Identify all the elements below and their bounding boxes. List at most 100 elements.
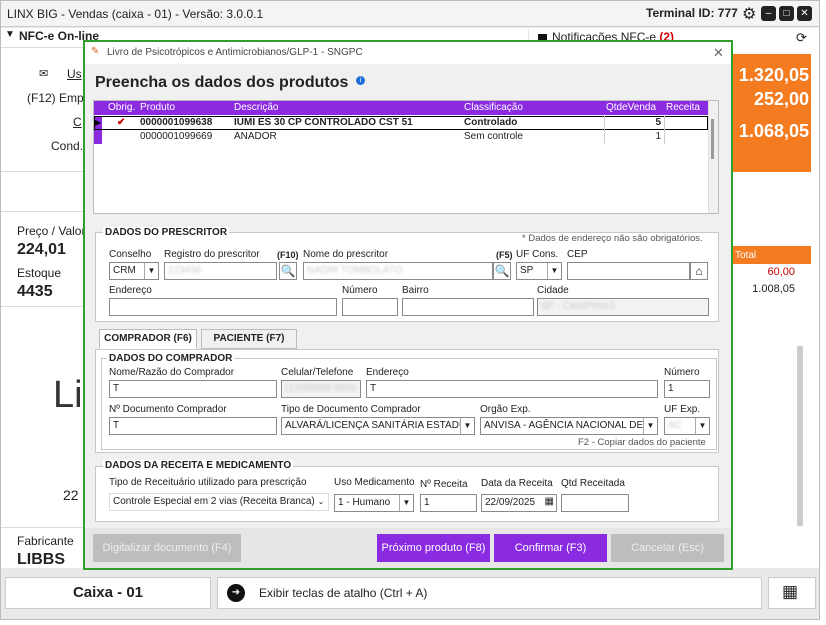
table-row[interactable]: ✔ 0000001099638 IUMI ES 30 CP CONTROLADO… bbox=[94, 116, 708, 130]
cell-qtde: 5 bbox=[655, 117, 661, 128]
nreceita-input[interactable]: 1 bbox=[420, 494, 477, 512]
qtd-receitada-label: Qtd Receitada bbox=[561, 478, 625, 489]
gear-icon[interactable]: ⚙ bbox=[742, 4, 756, 24]
stock-label: Estoque bbox=[17, 266, 62, 280]
caixa-label: Caixa - 01 bbox=[72, 584, 144, 601]
cep-input[interactable] bbox=[567, 262, 690, 280]
cell-qtde: 1 bbox=[655, 131, 661, 142]
data-receita-input[interactable]: 22/09/2025 ▦ bbox=[481, 494, 557, 512]
uso-select[interactable]: 1 - Humano ▼ bbox=[334, 494, 414, 512]
digitalizar-button[interactable]: Digitalizar documento (F4) bbox=[93, 534, 241, 562]
uf-cons-value: SP bbox=[520, 265, 534, 276]
uf-cons-select[interactable]: SP ▼ bbox=[516, 262, 562, 280]
col-obrig: Obrig. bbox=[108, 102, 136, 113]
endereco-prescritor-input[interactable] bbox=[109, 298, 337, 316]
total-value-1: 1.320,05 bbox=[738, 65, 809, 85]
col-classificacao: Classificação bbox=[464, 102, 523, 113]
cidade-input[interactable]: SP - CAMPINAS bbox=[537, 298, 709, 316]
prescription-title: DADOS DA RECEITA E MEDICAMENTO bbox=[103, 460, 294, 471]
buyer-doc-label: Nº Documento Comprador bbox=[109, 404, 227, 415]
search-icon[interactable]: 🔍 bbox=[493, 262, 511, 280]
chevron-down-icon: ⌄ bbox=[314, 494, 328, 510]
shortcut-label: Exibir teclas de atalho (Ctrl + A) bbox=[259, 586, 428, 600]
chevron-down-icon: ▼ bbox=[643, 418, 657, 434]
registro-label: Registro do prescritor bbox=[164, 249, 260, 260]
f5-hint: (F5) bbox=[496, 250, 513, 260]
home-icon[interactable]: ⌂ bbox=[690, 262, 708, 280]
orgao-label: Orgão Exp. bbox=[480, 404, 531, 415]
grid-scroll-thumb[interactable] bbox=[711, 119, 714, 159]
numero-prescritor-input[interactable] bbox=[342, 298, 398, 316]
cidade-label: Cidade bbox=[537, 285, 569, 296]
tab-comprador[interactable]: COMPRADOR (F6) bbox=[99, 329, 197, 349]
table-row[interactable]: 0000001099669 ANADOR Sem controle 1 bbox=[94, 130, 708, 144]
uf-exp-value: AC bbox=[668, 420, 682, 431]
refresh-icon[interactable]: ⟳ bbox=[796, 30, 807, 46]
buyer-name-value: T bbox=[113, 383, 120, 394]
cep-label: CEP bbox=[567, 249, 588, 260]
minimize-icon[interactable]: – bbox=[761, 6, 776, 21]
uf-exp-select[interactable]: AC ▼ bbox=[664, 417, 710, 435]
doc-type-select[interactable]: ALVARÁ/LICENÇA SANITÁRIA ESTADU ▼ bbox=[281, 417, 475, 435]
nome-prescritor-input[interactable]: NADIR TOMBOLATO bbox=[303, 262, 493, 280]
price-label: Preço / Valor bbox=[17, 224, 86, 238]
qtd-receitada-input[interactable] bbox=[561, 494, 629, 512]
cell-descricao: ANADOR bbox=[234, 131, 277, 142]
close-icon[interactable]: ✕ bbox=[713, 45, 724, 61]
registro-value: 123456 bbox=[168, 265, 202, 276]
c-link[interactable]: C bbox=[73, 115, 82, 129]
buyer-name-label: Nome/Razão do Comprador bbox=[109, 367, 235, 378]
cidade-value: SP - CAMPINAS bbox=[541, 301, 616, 312]
buyer-address-value: T bbox=[370, 383, 377, 394]
col-produto: Produto bbox=[140, 102, 176, 113]
buyer-title: DADOS DO COMPRADOR bbox=[107, 353, 235, 364]
uf-exp-label: UF Exp. bbox=[664, 404, 701, 415]
registro-input[interactable]: 123456 bbox=[164, 262, 277, 280]
products-grid: Obrig. Produto Descrição Classificação Q… bbox=[93, 100, 719, 214]
f12-label: (F12) Emp bbox=[27, 91, 84, 105]
buyer-phone-input[interactable]: (19)99999-9999 bbox=[281, 380, 361, 398]
doc-type-value: ALVARÁ/LICENÇA SANITÁRIA ESTADU bbox=[285, 420, 467, 431]
buyer-number-value: 1 bbox=[668, 383, 674, 394]
user-link[interactable]: Us bbox=[67, 67, 82, 81]
proximo-produto-button[interactable]: Próximo produto (F8) bbox=[377, 534, 490, 562]
cell-produto: 0000001099669 bbox=[140, 131, 213, 142]
chevron-down-icon[interactable]: ▼ bbox=[5, 29, 15, 40]
total-value-2: 252,00 bbox=[753, 89, 809, 109]
receituario-select[interactable]: Controle Especial em 2 vias (Receita Bra… bbox=[109, 493, 329, 511]
orgao-select[interactable]: ANVISA - AGÊNCIA NACIONAL DE V ▼ bbox=[480, 417, 658, 435]
col-receita: Receita bbox=[666, 102, 700, 113]
uso-value: 1 - Humano bbox=[338, 497, 391, 508]
buyer-address-input[interactable]: T bbox=[366, 380, 658, 398]
grid-header: Obrig. Produto Descrição Classificação Q… bbox=[94, 101, 708, 115]
chevron-down-icon: ▼ bbox=[144, 263, 158, 279]
copy-patient-hint: F2 - Copiar dados do paciente bbox=[578, 437, 706, 448]
buyer-name-input[interactable]: T bbox=[109, 380, 277, 398]
cancelar-button[interactable]: Cancelar (Esc) bbox=[611, 534, 724, 562]
address-note: * Dados de endereço não são obrigatórios… bbox=[522, 233, 703, 244]
buyer-number-input[interactable]: 1 bbox=[664, 380, 710, 398]
cell-classificacao: Sem controle bbox=[464, 131, 523, 142]
conselho-select[interactable]: CRM ▼ bbox=[109, 262, 159, 280]
info-icon[interactable]: i bbox=[356, 76, 365, 85]
scrollbar[interactable] bbox=[797, 346, 803, 526]
total-label: Total bbox=[735, 250, 757, 261]
close-icon[interactable]: ✕ bbox=[797, 6, 812, 21]
bairro-input[interactable] bbox=[402, 298, 534, 316]
col-descricao: Descrição bbox=[234, 102, 279, 113]
calendar-icon[interactable]: ▦ bbox=[545, 496, 554, 507]
app-title: LINX BIG - Vendas (caixa - 01) - Versão:… bbox=[7, 7, 264, 21]
buyer-doc-input[interactable]: T bbox=[109, 417, 277, 435]
numero-prescritor-label: Número bbox=[342, 285, 378, 296]
bairro-label: Bairro bbox=[402, 285, 429, 296]
col-divider bbox=[664, 116, 665, 144]
confirmar-button[interactable]: Confirmar (F3) bbox=[494, 534, 607, 562]
f10-hint: (F10) bbox=[277, 250, 299, 260]
search-icon[interactable]: 🔍 bbox=[279, 262, 297, 280]
uso-label: Uso Medicamento bbox=[334, 477, 415, 488]
maximize-icon[interactable]: □ bbox=[779, 6, 794, 21]
doc-type-label: Tipo de Documento Comprador bbox=[281, 404, 421, 415]
keyboard-icon: ➜ bbox=[227, 584, 245, 602]
tab-paciente[interactable]: PACIENTE (F7) bbox=[201, 329, 297, 349]
cond-label: Cond. bbox=[51, 139, 84, 153]
